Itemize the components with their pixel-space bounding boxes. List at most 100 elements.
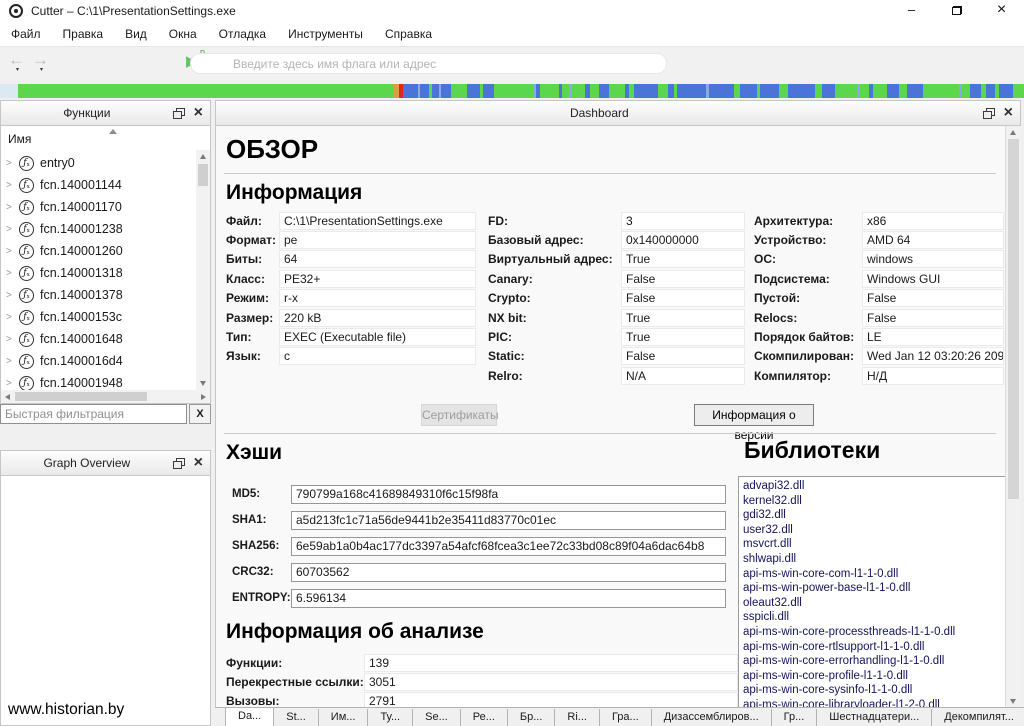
scroll-left-icon[interactable] (5, 394, 10, 400)
function-row[interactable]: fcn.140001648 (1, 328, 196, 350)
function-row[interactable]: fcn.140001144 (1, 174, 196, 196)
info-value-field[interactable]: False (621, 270, 745, 288)
info-value-field[interactable]: Н/Д (862, 367, 1004, 385)
menu-item[interactable]: Окна (158, 22, 208, 46)
info-value-field[interactable]: True (621, 309, 745, 327)
back-dropdown-icon[interactable]: ▾ (16, 66, 19, 73)
close-window-icon[interactable]: × (979, 0, 1024, 22)
info-value-field[interactable]: C:\1\PresentationSettings.exe (279, 212, 476, 230)
function-row[interactable]: fcn.140001378 (1, 284, 196, 306)
library-item[interactable]: api-ms-win-core-com-l1-1-0.dll (739, 567, 1005, 582)
bottom-tab[interactable]: Декомпилят... (932, 709, 1024, 726)
info-value-field[interactable]: False (621, 347, 745, 365)
dashboard-scrollbar[interactable] (1005, 126, 1021, 708)
library-item[interactable]: oleaut32.dll (739, 596, 1005, 611)
scroll-down-icon[interactable] (200, 381, 206, 386)
info-value-field[interactable]: 220 kB (279, 309, 476, 327)
menu-item[interactable]: Отладка (208, 22, 277, 46)
bottom-tab[interactable]: Дизассемблиров... (652, 709, 772, 726)
expander-icon[interactable] (6, 356, 19, 367)
menu-item[interactable]: Инструменты (277, 22, 374, 46)
info-value-field[interactable]: True (621, 250, 745, 268)
seek-input[interactable] (190, 53, 667, 74)
scrollbar-thumb[interactable] (15, 392, 147, 401)
info-value-field[interactable]: c (279, 347, 476, 365)
hash-value-field[interactable]: a5d213fc1c71a56de9441b2e35411d83770c01ec (291, 511, 726, 530)
library-item[interactable]: api-ms-win-core-rtlsupport-l1-1-0.dll (739, 640, 1005, 655)
analysis-value-field[interactable]: 3051 (364, 673, 738, 691)
expander-icon[interactable] (6, 378, 19, 389)
hash-value-field[interactable]: 60703562 (291, 563, 726, 582)
info-value-field[interactable]: 3 (621, 212, 745, 230)
library-item[interactable]: api-ms-win-core-processthreads-l1-1-0.dl… (739, 625, 1005, 640)
scroll-up-icon[interactable] (1010, 130, 1016, 135)
bottom-tab[interactable]: St... (274, 709, 319, 726)
close-panel-icon[interactable]: × (194, 106, 203, 120)
column-header-name[interactable]: Имя (1, 126, 196, 150)
menu-item[interactable]: Справка (374, 22, 443, 46)
restore-icon[interactable] (934, 0, 979, 22)
bottom-tab[interactable]: Ri... (555, 709, 600, 726)
function-row[interactable]: fcn.140001948 (1, 372, 196, 390)
expander-icon[interactable] (6, 202, 19, 213)
analysis-value-field[interactable]: 139 (364, 654, 738, 672)
scrollbar-thumb[interactable] (1008, 139, 1019, 499)
info-value-field[interactable]: 0x140000000 (621, 231, 745, 249)
info-value-field[interactable]: False (621, 289, 745, 307)
info-value-field[interactable]: EXEC (Executable file) (279, 328, 476, 346)
bottom-tab[interactable]: Se... (413, 709, 461, 726)
menu-item[interactable]: Файл (0, 22, 52, 46)
info-value-field[interactable]: False (862, 309, 1004, 327)
library-item[interactable]: sspicli.dll (739, 610, 1005, 625)
expander-icon[interactable] (6, 180, 19, 191)
info-value-field[interactable]: Windows GUI (862, 270, 1004, 288)
bottom-tab[interactable]: Гра... (600, 709, 652, 726)
info-value-field[interactable]: LE (862, 328, 1004, 346)
scroll-down-icon[interactable] (1010, 699, 1016, 704)
function-row[interactable]: fcn.140001238 (1, 218, 196, 240)
bottom-tab[interactable]: Им... (319, 709, 369, 726)
scroll-right-icon[interactable] (201, 394, 206, 400)
version-info-button[interactable]: Информация о версии (694, 404, 814, 426)
expander-icon[interactable] (6, 246, 19, 257)
info-value-field[interactable]: r-x (279, 289, 476, 307)
library-item[interactable]: api-ms-win-core-errorhandling-l1-1-0.dll (739, 654, 1005, 669)
clear-filter-button[interactable]: X (189, 404, 211, 424)
expander-icon[interactable] (6, 268, 19, 279)
library-item[interactable]: advapi32.dll (739, 479, 1005, 494)
info-value-field[interactable]: True (621, 328, 745, 346)
forward-dropdown-icon[interactable]: ▾ (40, 66, 43, 73)
hash-value-field[interactable]: 6e59ab1a0b4ac177dc3397a54afcf68fcea3c1ee… (291, 537, 726, 556)
undock-icon[interactable] (173, 108, 185, 119)
expander-icon[interactable] (6, 290, 19, 301)
info-value-field[interactable]: AMD 64 (862, 231, 1004, 249)
expander-icon[interactable] (6, 224, 19, 235)
bottom-tab[interactable]: Da... (225, 707, 274, 726)
analysis-value-field[interactable]: 2791 (364, 692, 738, 708)
menu-item[interactable]: Вид (114, 22, 158, 46)
function-row[interactable]: fcn.140001170 (1, 196, 196, 218)
bottom-tab[interactable]: Ре... (461, 709, 508, 726)
function-row[interactable]: fcn.140001260 (1, 240, 196, 262)
library-item[interactable]: api-ms-win-core-sysinfo-l1-1-0.dll (739, 683, 1005, 698)
library-item[interactable]: user32.dll (739, 523, 1005, 538)
function-row[interactable]: fcn.140001318 (1, 262, 196, 284)
function-row[interactable]: fcn.1400016d4 (1, 350, 196, 372)
minimize-icon[interactable]: – (889, 0, 934, 22)
close-panel-icon[interactable]: × (194, 456, 203, 470)
menu-item[interactable]: Правка (52, 22, 115, 46)
close-panel-icon[interactable]: × (1004, 106, 1013, 120)
info-value-field[interactable]: x86 (862, 212, 1004, 230)
expander-icon[interactable] (6, 158, 19, 169)
undock-icon[interactable] (173, 458, 185, 469)
bottom-tab[interactable]: Гр... (772, 709, 818, 726)
info-value-field[interactable]: False (862, 289, 1004, 307)
library-item[interactable]: gdi32.dll (739, 508, 1005, 523)
info-value-field[interactable]: Wed Jan 12 03:20:26 2095 UTC (862, 347, 1004, 365)
scrollbar-thumb[interactable] (198, 164, 208, 186)
info-value-field[interactable]: PE32+ (279, 270, 476, 288)
library-item[interactable]: shlwapi.dll (739, 552, 1005, 567)
scroll-up-icon[interactable] (200, 154, 206, 159)
quick-filter-input[interactable] (0, 404, 187, 424)
info-value-field[interactable]: N/A (621, 367, 745, 385)
